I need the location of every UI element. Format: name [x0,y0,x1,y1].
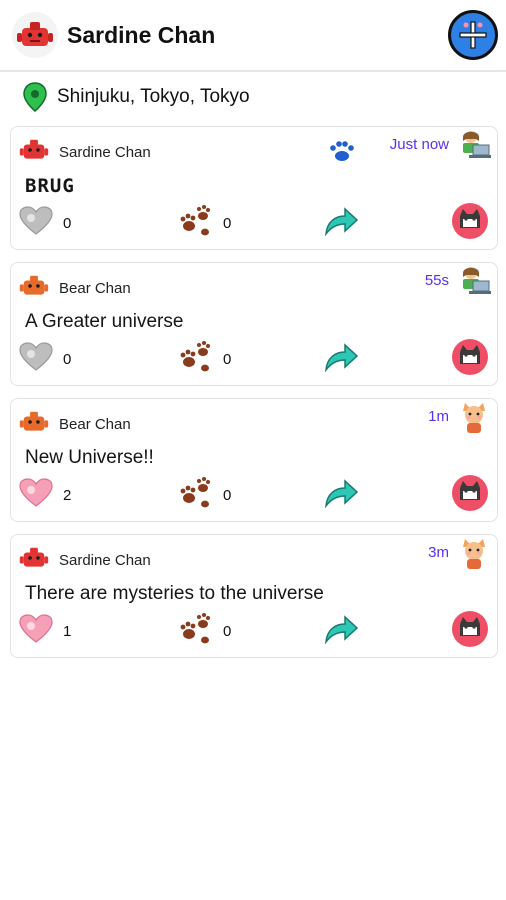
post-card[interactable]: Sardine Chan 3m There are mysteries to t… [10,534,498,658]
heart-icon [19,477,53,513]
share-button[interactable] [323,342,359,377]
post-author[interactable]: Sardine Chan [59,144,151,161]
share-arrow-icon [323,206,359,240]
profile-avatar[interactable] [12,12,58,58]
laptop-user-icon [457,129,491,164]
cat-chat-icon [451,474,489,516]
app-header: Sardine Chan [0,0,506,72]
share-button[interactable] [323,614,359,649]
post-card[interactable]: Sardine Chan Just now BRUG 0 0 [10,126,498,250]
post-header: Bear Chan [19,271,489,305]
post-content: BRUG [25,175,75,197]
post-actions: 0 0 [19,202,489,243]
page-title: Sardine Chan [67,21,216,48]
paw-print-icon [327,139,357,168]
post-content: A Greater universe [25,311,184,332]
paw-reaction-button[interactable]: 0 [177,612,263,651]
like-count: 0 [63,350,72,368]
bear-avatar-icon[interactable] [19,274,49,303]
post-timestamp: 55s [424,272,449,289]
bear-avatar-icon[interactable] [19,410,49,439]
chat-button[interactable] [451,338,489,381]
share-arrow-icon [323,342,359,376]
post-card[interactable]: Bear Chan 1m New Universe!! 2 0 [10,398,498,522]
heart-icon [19,613,53,649]
paw-count: 0 [223,350,232,368]
chat-button[interactable] [451,202,489,245]
cat-mascot-icon [457,401,491,440]
share-button[interactable] [323,478,359,513]
robot-avatar-icon[interactable] [19,138,49,167]
post-timestamp: 3m [428,544,449,561]
laptop-user-icon [457,265,491,300]
post-content: There are mysteries to the universe [25,583,324,604]
post-content: New Universe!! [25,447,154,468]
post-timestamp: Just now [389,136,449,153]
post-author[interactable]: Bear Chan [59,280,131,297]
location-pin-icon [23,82,47,112]
like-count: 1 [63,622,72,640]
paws-icon [177,476,213,515]
like-button[interactable]: 2 [19,477,103,513]
paws-icon [177,204,213,243]
like-count: 2 [63,486,72,504]
post-header: Bear Chan [19,407,489,441]
post-actions: 2 0 [19,474,489,515]
like-button[interactable]: 0 [19,341,103,377]
cat-chat-icon [451,338,489,380]
cat-mascot-icon [457,537,491,576]
robot-avatar-icon[interactable] [19,546,49,575]
cat-chat-icon [451,610,489,652]
heart-icon [19,341,53,377]
post-card[interactable]: Bear Chan 55s A Greater universe 0 0 [10,262,498,386]
paw-reaction-button[interactable]: 0 [177,340,263,379]
like-button[interactable]: 0 [19,205,103,241]
paw-count: 0 [223,486,232,504]
post-timestamp: 1m [428,408,449,425]
robot-icon [17,22,53,46]
post-feed: Sardine Chan Just now BRUG 0 0 Bear Chan… [10,126,498,670]
cat-chat-icon [451,202,489,244]
post-header: Sardine Chan [19,543,489,577]
like-count: 0 [63,214,72,232]
paw-count: 0 [223,622,232,640]
paws-icon [177,340,213,379]
add-post-button[interactable] [448,10,498,60]
location-bar[interactable]: Shinjuku, Tokyo, Tokyo [0,72,506,122]
like-button[interactable]: 1 [19,613,103,649]
location-text: Shinjuku, Tokyo, Tokyo [57,86,250,107]
post-actions: 0 0 [19,338,489,379]
share-arrow-icon [323,478,359,512]
post-author[interactable]: Bear Chan [59,416,131,433]
share-button[interactable] [323,206,359,241]
paw-reaction-button[interactable]: 0 [177,476,263,515]
paw-count: 0 [223,214,232,232]
plus-icon [459,21,487,49]
paw-reaction-button[interactable]: 0 [177,204,263,243]
chat-button[interactable] [451,610,489,653]
chat-button[interactable] [451,474,489,517]
share-arrow-icon [323,614,359,648]
post-actions: 1 0 [19,610,489,651]
heart-icon [19,205,53,241]
paws-icon [177,612,213,651]
post-author[interactable]: Sardine Chan [59,552,151,569]
